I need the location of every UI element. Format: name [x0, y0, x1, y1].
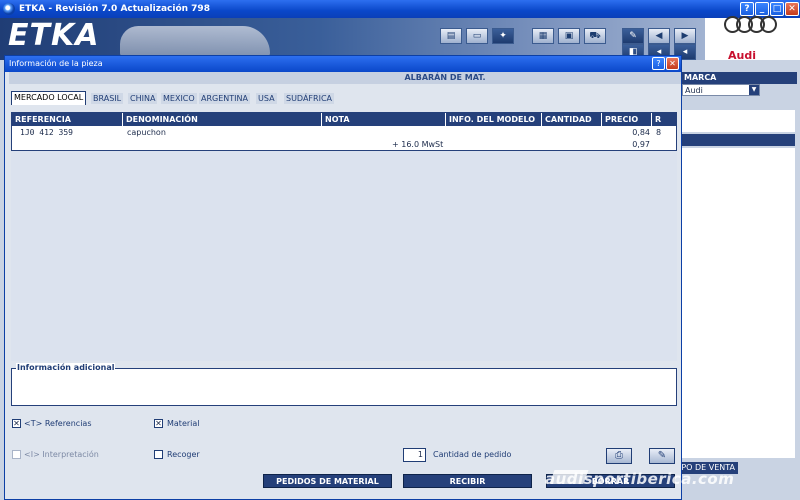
maximize-button[interactable]: □	[770, 2, 784, 16]
quantity-input[interactable]: 1	[403, 448, 426, 462]
interpretacion-label: <I> Interpretación	[24, 450, 99, 459]
recoger-checkbox[interactable]	[154, 450, 163, 459]
help-button[interactable]: ?	[740, 2, 754, 16]
column-header[interactable]: PRECIO	[602, 113, 652, 126]
additional-info-label: Información adicional	[16, 363, 116, 372]
etka-logo: ETKA	[8, 18, 100, 53]
cart-toolbar-icon[interactable]: ⛟	[584, 28, 606, 44]
print-toolbar-icon[interactable]: ▤	[440, 28, 462, 44]
interpretacion-checkbox[interactable]	[12, 450, 21, 459]
tab-china[interactable]: CHINA	[128, 93, 158, 104]
pedidos-material-button[interactable]: PEDIDOS DE MATERIAL	[263, 474, 392, 488]
tab-mexico[interactable]: MEXICO	[161, 93, 197, 104]
tab-sudafrica[interactable]: SUDÁFRICA	[284, 93, 335, 104]
pin-toolbar-icon[interactable]: ✎	[622, 28, 644, 44]
chevron-down-icon[interactable]: ▼	[749, 85, 759, 95]
right-panel-field	[682, 110, 795, 132]
window-titlebar: ETKA - Revisión 7.0 Actualización 798 ? …	[0, 0, 800, 18]
quantity-label: Cantidad de pedido	[433, 450, 512, 459]
table-empty-area	[11, 151, 677, 361]
dialog-title: Información de la pieza	[5, 56, 681, 72]
column-header[interactable]: DENOMINACIÓN	[123, 113, 322, 126]
column-header[interactable]: CANTIDAD	[542, 113, 602, 126]
referencias-label: <T> Referencias	[24, 419, 92, 428]
cell-r[interactable]: 8	[656, 127, 661, 138]
window-toolbar-icon[interactable]: ▭	[466, 28, 488, 44]
dialog-close-button[interactable]: ✕	[666, 57, 679, 70]
cell-nota: + 16.0 MwSt	[392, 140, 444, 149]
part-info-dialog: Información de la pieza ? ✕ ALBARÁN DE M…	[4, 55, 682, 500]
watermark-text: audisportiberica.com	[545, 470, 735, 488]
column-header[interactable]: INFO. DEL MODELO	[446, 113, 542, 126]
section-title: ALBARÁN DE MAT.	[9, 72, 681, 84]
car-image	[120, 26, 270, 56]
tab-argentina[interactable]: ARGENTINA	[199, 93, 250, 104]
minimize-button[interactable]: _	[755, 2, 769, 16]
close-button[interactable]: ✕	[785, 2, 799, 16]
marca-label: MARCA	[682, 72, 797, 84]
right-panel-list	[682, 148, 795, 458]
carport-toolbar-icon[interactable]: ▣	[558, 28, 580, 44]
recibir-button[interactable]: RECIBIR	[403, 474, 532, 488]
cell-referencia[interactable]: 1J0 412 359	[20, 127, 73, 138]
material-checkbox[interactable]: ✕	[154, 419, 163, 428]
prev-toolbar-icon[interactable]: ◀	[648, 28, 670, 44]
tab-brasil[interactable]: BRASIL	[91, 93, 124, 104]
material-label: Material	[167, 419, 200, 428]
elsa-toolbar-icon[interactable]: ▦	[532, 28, 554, 44]
additional-info-box[interactable]: Información adicional	[11, 363, 677, 406]
tools-toolbar-icon[interactable]: ✦	[492, 28, 514, 44]
tab-usa[interactable]: USA	[256, 93, 277, 104]
parts-table: REFERENCIA DENOMINACIÓN NOTA INFO. DEL M…	[11, 112, 677, 151]
dialog-help-button[interactable]: ?	[652, 57, 665, 70]
recoger-label: Recoger	[167, 450, 200, 459]
right-panel-band	[682, 134, 795, 146]
table-header: REFERENCIA DENOMINACIÓN NOTA INFO. DEL M…	[12, 113, 676, 126]
audi-ring-icon	[760, 16, 777, 33]
edit-icon[interactable]: ✎	[649, 448, 675, 464]
column-header[interactable]: REFERENCIA	[12, 113, 123, 126]
cell-precio: 0,97	[632, 140, 650, 149]
tab-mercado-local[interactable]: MERCADO LOCAL	[11, 91, 87, 105]
referencias-checkbox[interactable]: ✕	[12, 419, 21, 428]
cell-denominacion[interactable]: capuchon	[127, 127, 166, 138]
column-header[interactable]: NOTA	[322, 113, 446, 126]
next-toolbar-icon[interactable]: ▶	[674, 28, 696, 44]
app-icon	[3, 3, 15, 15]
printer-icon[interactable]: ⎙	[606, 448, 632, 464]
cell-precio[interactable]: 0,84	[626, 127, 650, 138]
column-header[interactable]: R	[652, 113, 676, 126]
window-title: ETKA - Revisión 7.0 Actualización 798	[19, 4, 210, 14]
